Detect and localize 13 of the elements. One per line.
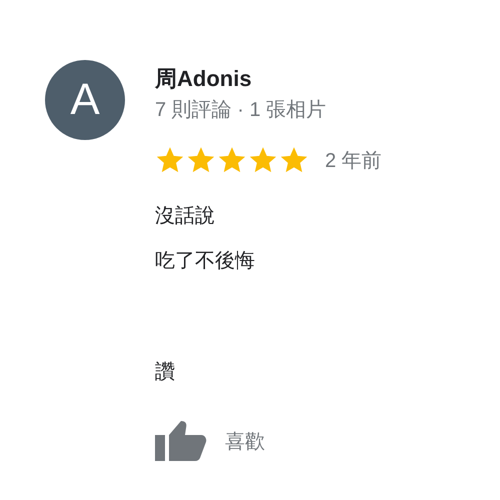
avatar[interactable]: A [45,60,125,140]
star-icon [248,146,278,174]
thumbs-up-icon [155,421,207,461]
star-icon [155,146,185,174]
author-name[interactable]: 周Adonis [155,64,382,94]
review-time: 2 年前 [325,148,382,174]
star-icon [217,146,247,174]
star-icon [186,146,216,174]
review-text: 沒話說 吃了不後悔 [155,204,256,274]
review-text: 讚 [155,360,176,385]
star-icon [279,146,309,174]
like-button[interactable]: 喜歡 [155,421,265,461]
author-meta: 7 則評論 · 1 張相片 [155,98,328,123]
